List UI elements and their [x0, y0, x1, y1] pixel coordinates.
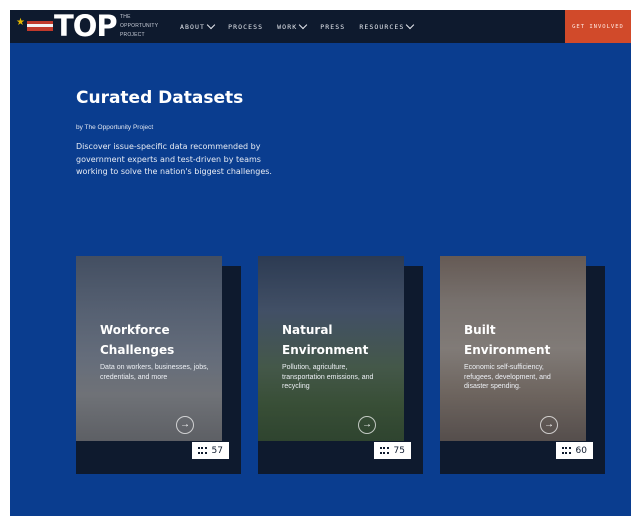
flag-icon: ★	[16, 17, 53, 32]
page-title: Curated Datasets	[76, 88, 244, 108]
star-icon: ★	[16, 17, 25, 28]
card-title: Natural Environment	[282, 323, 369, 357]
card-description: Pollution, agriculture, transportation e…	[282, 364, 374, 390]
card-image: Natural Environment Pollution, agricultu…	[258, 256, 404, 441]
dataset-count-badge: 75	[373, 442, 411, 459]
nav-item-resources[interactable]: RESOURCES	[359, 20, 415, 31]
dataset-count-badge: 60	[555, 442, 593, 459]
page-byline: by The Opportunity Project	[76, 124, 154, 131]
chevron-down-icon	[206, 20, 216, 30]
logo[interactable]: TOP	[54, 10, 118, 43]
nav-item-about[interactable]: ABOUT	[180, 20, 216, 31]
chevron-down-icon	[406, 20, 415, 30]
grid-icon	[561, 447, 571, 454]
card-title: Workforce Challenges	[100, 323, 175, 357]
nav-item-press[interactable]: PRESS	[320, 23, 345, 31]
dataset-count-badge: 57	[191, 442, 229, 459]
card-description: Data on workers, businesses, jobs, crede…	[100, 364, 209, 381]
page-description: Discover issue-specific data recommended…	[76, 142, 272, 176]
main-menu: ABOUT PROCESS WORK PRESS RESOURCES	[180, 10, 427, 43]
top-nav: ★ TOP THE OPPORTUNITY PROJECT ABOUT PROC…	[10, 10, 631, 43]
arrow-right-icon[interactable]: →	[540, 416, 558, 434]
page-frame: ★ TOP THE OPPORTUNITY PROJECT ABOUT PROC…	[10, 10, 631, 516]
get-involved-button[interactable]: GET INVOLVED	[565, 10, 631, 43]
logo-subtitle: THE OPPORTUNITY PROJECT	[120, 14, 159, 38]
chevron-down-icon	[298, 20, 308, 30]
grid-icon	[379, 447, 389, 454]
arrow-right-icon[interactable]: →	[176, 416, 194, 434]
dataset-card-built[interactable]: Built Environment Economic self-sufficie…	[440, 256, 605, 474]
dataset-card-natural[interactable]: Natural Environment Pollution, agricultu…	[258, 256, 423, 474]
card-image: Workforce Challenges Data on workers, bu…	[76, 256, 222, 441]
nav-item-process[interactable]: PROCESS	[228, 23, 263, 31]
arrow-right-icon[interactable]: →	[358, 416, 376, 434]
nav-item-work[interactable]: WORK	[277, 20, 308, 31]
card-description: Economic self-sufficiency, refugees, dev…	[464, 364, 551, 390]
card-image: Built Environment Economic self-sufficie…	[440, 256, 586, 441]
card-title: Built Environment	[464, 323, 551, 357]
dataset-card-workforce[interactable]: Workforce Challenges Data on workers, bu…	[76, 256, 241, 474]
grid-icon	[197, 447, 207, 454]
